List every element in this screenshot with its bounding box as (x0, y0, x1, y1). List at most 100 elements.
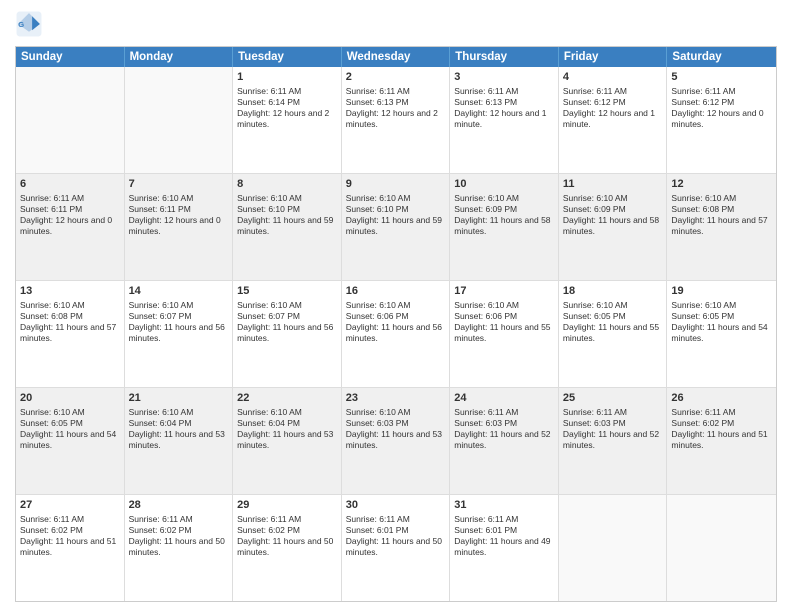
cal-cell (667, 495, 776, 601)
cal-header-cell: Sunday (16, 47, 125, 67)
cal-cell: 21Sunrise: 6:10 AM Sunset: 6:04 PM Dayli… (125, 388, 234, 494)
day-number: 9 (346, 177, 446, 192)
cell-info: Sunrise: 6:10 AM Sunset: 6:04 PM Dayligh… (237, 407, 337, 451)
cell-info: Sunrise: 6:11 AM Sunset: 6:01 PM Dayligh… (454, 514, 554, 558)
cal-cell: 9Sunrise: 6:10 AM Sunset: 6:10 PM Daylig… (342, 174, 451, 280)
cal-cell: 16Sunrise: 6:10 AM Sunset: 6:06 PM Dayli… (342, 281, 451, 387)
cal-header-cell: Saturday (667, 47, 776, 67)
cal-header-cell: Friday (559, 47, 668, 67)
cell-info: Sunrise: 6:11 AM Sunset: 6:02 PM Dayligh… (20, 514, 120, 558)
cell-info: Sunrise: 6:11 AM Sunset: 6:02 PM Dayligh… (671, 407, 772, 451)
day-number: 19 (671, 284, 772, 299)
cal-cell: 6Sunrise: 6:11 AM Sunset: 6:11 PM Daylig… (16, 174, 125, 280)
cell-info: Sunrise: 6:10 AM Sunset: 6:11 PM Dayligh… (129, 193, 229, 237)
cal-cell (559, 495, 668, 601)
cal-cell: 19Sunrise: 6:10 AM Sunset: 6:05 PM Dayli… (667, 281, 776, 387)
calendar-header: SundayMondayTuesdayWednesdayThursdayFrid… (16, 47, 776, 67)
cal-cell: 12Sunrise: 6:10 AM Sunset: 6:08 PM Dayli… (667, 174, 776, 280)
calendar: SundayMondayTuesdayWednesdayThursdayFrid… (15, 46, 777, 602)
calendar-body: 1Sunrise: 6:11 AM Sunset: 6:14 PM Daylig… (16, 67, 776, 601)
day-number: 8 (237, 177, 337, 192)
day-number: 22 (237, 391, 337, 406)
cell-info: Sunrise: 6:10 AM Sunset: 6:06 PM Dayligh… (454, 300, 554, 344)
day-number: 21 (129, 391, 229, 406)
day-number: 10 (454, 177, 554, 192)
cal-cell: 25Sunrise: 6:11 AM Sunset: 6:03 PM Dayli… (559, 388, 668, 494)
cal-week-row: 6Sunrise: 6:11 AM Sunset: 6:11 PM Daylig… (16, 174, 776, 281)
cal-cell: 17Sunrise: 6:10 AM Sunset: 6:06 PM Dayli… (450, 281, 559, 387)
cal-cell: 7Sunrise: 6:10 AM Sunset: 6:11 PM Daylig… (125, 174, 234, 280)
day-number: 26 (671, 391, 772, 406)
cal-cell: 1Sunrise: 6:11 AM Sunset: 6:14 PM Daylig… (233, 67, 342, 173)
cell-info: Sunrise: 6:11 AM Sunset: 6:12 PM Dayligh… (671, 86, 772, 130)
cell-info: Sunrise: 6:10 AM Sunset: 6:10 PM Dayligh… (346, 193, 446, 237)
cell-info: Sunrise: 6:10 AM Sunset: 6:08 PM Dayligh… (20, 300, 120, 344)
cal-header-cell: Thursday (450, 47, 559, 67)
cell-info: Sunrise: 6:10 AM Sunset: 6:03 PM Dayligh… (346, 407, 446, 451)
day-number: 6 (20, 177, 120, 192)
day-number: 16 (346, 284, 446, 299)
cell-info: Sunrise: 6:10 AM Sunset: 6:04 PM Dayligh… (129, 407, 229, 451)
cell-info: Sunrise: 6:11 AM Sunset: 6:11 PM Dayligh… (20, 193, 120, 237)
cal-cell (16, 67, 125, 173)
cal-cell: 26Sunrise: 6:11 AM Sunset: 6:02 PM Dayli… (667, 388, 776, 494)
cell-info: Sunrise: 6:10 AM Sunset: 6:05 PM Dayligh… (563, 300, 663, 344)
cal-cell: 2Sunrise: 6:11 AM Sunset: 6:13 PM Daylig… (342, 67, 451, 173)
cal-cell: 27Sunrise: 6:11 AM Sunset: 6:02 PM Dayli… (16, 495, 125, 601)
cal-cell: 3Sunrise: 6:11 AM Sunset: 6:13 PM Daylig… (450, 67, 559, 173)
cell-info: Sunrise: 6:10 AM Sunset: 6:07 PM Dayligh… (237, 300, 337, 344)
cell-info: Sunrise: 6:10 AM Sunset: 6:05 PM Dayligh… (20, 407, 120, 451)
day-number: 27 (20, 498, 120, 513)
day-number: 5 (671, 70, 772, 85)
cell-info: Sunrise: 6:11 AM Sunset: 6:03 PM Dayligh… (563, 407, 663, 451)
day-number: 13 (20, 284, 120, 299)
cell-info: Sunrise: 6:11 AM Sunset: 6:12 PM Dayligh… (563, 86, 663, 130)
cal-cell: 5Sunrise: 6:11 AM Sunset: 6:12 PM Daylig… (667, 67, 776, 173)
cal-week-row: 20Sunrise: 6:10 AM Sunset: 6:05 PM Dayli… (16, 388, 776, 495)
cal-cell: 15Sunrise: 6:10 AM Sunset: 6:07 PM Dayli… (233, 281, 342, 387)
cal-cell: 10Sunrise: 6:10 AM Sunset: 6:09 PM Dayli… (450, 174, 559, 280)
cell-info: Sunrise: 6:11 AM Sunset: 6:01 PM Dayligh… (346, 514, 446, 558)
day-number: 2 (346, 70, 446, 85)
cal-cell: 14Sunrise: 6:10 AM Sunset: 6:07 PM Dayli… (125, 281, 234, 387)
day-number: 7 (129, 177, 229, 192)
day-number: 18 (563, 284, 663, 299)
cell-info: Sunrise: 6:11 AM Sunset: 6:02 PM Dayligh… (237, 514, 337, 558)
cal-cell: 18Sunrise: 6:10 AM Sunset: 6:05 PM Dayli… (559, 281, 668, 387)
cal-cell: 11Sunrise: 6:10 AM Sunset: 6:09 PM Dayli… (559, 174, 668, 280)
cal-header-cell: Tuesday (233, 47, 342, 67)
cal-cell: 4Sunrise: 6:11 AM Sunset: 6:12 PM Daylig… (559, 67, 668, 173)
cal-cell: 24Sunrise: 6:11 AM Sunset: 6:03 PM Dayli… (450, 388, 559, 494)
day-number: 14 (129, 284, 229, 299)
day-number: 29 (237, 498, 337, 513)
cell-info: Sunrise: 6:10 AM Sunset: 6:09 PM Dayligh… (563, 193, 663, 237)
cal-cell: 23Sunrise: 6:10 AM Sunset: 6:03 PM Dayli… (342, 388, 451, 494)
cal-cell: 13Sunrise: 6:10 AM Sunset: 6:08 PM Dayli… (16, 281, 125, 387)
cal-cell: 20Sunrise: 6:10 AM Sunset: 6:05 PM Dayli… (16, 388, 125, 494)
page: G SundayMondayTuesdayWednesdayThursdayFr… (0, 0, 792, 612)
cal-cell: 28Sunrise: 6:11 AM Sunset: 6:02 PM Dayli… (125, 495, 234, 601)
cal-week-row: 13Sunrise: 6:10 AM Sunset: 6:08 PM Dayli… (16, 281, 776, 388)
cal-header-cell: Wednesday (342, 47, 451, 67)
svg-text:G: G (18, 20, 24, 29)
cal-week-row: 1Sunrise: 6:11 AM Sunset: 6:14 PM Daylig… (16, 67, 776, 174)
cal-header-cell: Monday (125, 47, 234, 67)
day-number: 12 (671, 177, 772, 192)
cal-cell: 30Sunrise: 6:11 AM Sunset: 6:01 PM Dayli… (342, 495, 451, 601)
cal-cell: 8Sunrise: 6:10 AM Sunset: 6:10 PM Daylig… (233, 174, 342, 280)
cell-info: Sunrise: 6:11 AM Sunset: 6:13 PM Dayligh… (454, 86, 554, 130)
cal-cell: 22Sunrise: 6:10 AM Sunset: 6:04 PM Dayli… (233, 388, 342, 494)
logo: G (15, 10, 47, 38)
cal-cell: 29Sunrise: 6:11 AM Sunset: 6:02 PM Dayli… (233, 495, 342, 601)
cell-info: Sunrise: 6:10 AM Sunset: 6:09 PM Dayligh… (454, 193, 554, 237)
header: G (15, 10, 777, 38)
cell-info: Sunrise: 6:10 AM Sunset: 6:10 PM Dayligh… (237, 193, 337, 237)
day-number: 24 (454, 391, 554, 406)
day-number: 1 (237, 70, 337, 85)
cell-info: Sunrise: 6:10 AM Sunset: 6:05 PM Dayligh… (671, 300, 772, 344)
cell-info: Sunrise: 6:10 AM Sunset: 6:07 PM Dayligh… (129, 300, 229, 344)
day-number: 25 (563, 391, 663, 406)
cell-info: Sunrise: 6:11 AM Sunset: 6:14 PM Dayligh… (237, 86, 337, 130)
day-number: 17 (454, 284, 554, 299)
cell-info: Sunrise: 6:10 AM Sunset: 6:06 PM Dayligh… (346, 300, 446, 344)
